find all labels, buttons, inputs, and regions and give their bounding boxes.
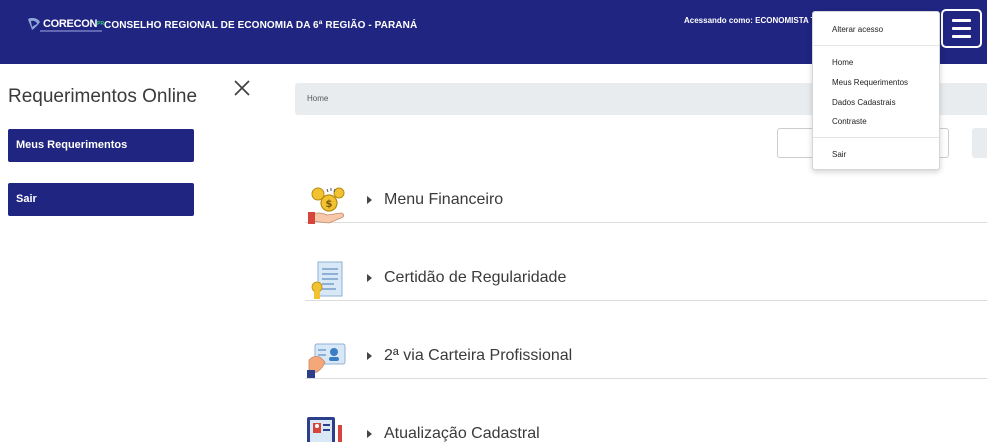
sidebar-title: Requerimentos Online	[8, 86, 198, 107]
hamburger-line	[952, 35, 971, 38]
search-button[interactable]	[972, 128, 987, 158]
corecon-logo[interactable]: CORECON PR	[26, 16, 104, 32]
caret-right-icon	[367, 274, 372, 282]
menu-label-financial: Menu Financeiro	[384, 191, 504, 208]
money-icon: $	[308, 187, 345, 224]
logo-text: CORECON	[43, 17, 98, 30]
caret-right-icon	[367, 430, 372, 438]
hamburger-line	[952, 27, 971, 30]
dropdown-divider	[813, 45, 939, 46]
svg-text:$: $	[326, 199, 333, 210]
certificate-icon	[311, 261, 343, 299]
close-icon[interactable]	[232, 78, 252, 98]
menu-item-registration-update[interactable]: Atualização Cadastral	[305, 411, 987, 442]
dropdown-item-home[interactable]: Home	[832, 58, 853, 67]
menu-item-certificate[interactable]: Certidão de Regularidade	[305, 255, 987, 301]
caret-right-icon	[367, 352, 372, 360]
breadcrumb-home[interactable]: Home	[307, 94, 328, 103]
sidebar-my-requests-button[interactable]: Meus Requerimentos	[8, 129, 194, 162]
dropdown-item-logout[interactable]: Sair	[832, 150, 846, 159]
org-title: CONSELHO REGIONAL DE ECONOMIA DA 6ª REGI…	[104, 20, 418, 31]
menu-label-professional-card: 2ª via Carteira Profissional	[384, 347, 573, 364]
caret-right-icon	[367, 196, 372, 204]
menu-label-registration-update: Atualização Cadastral	[384, 425, 540, 442]
menu-item-professional-card[interactable]: 2ª via Carteira Profissional	[305, 333, 987, 379]
menu-item-financial[interactable]: $ Menu Financeiro	[305, 177, 987, 224]
profile-update-icon	[307, 417, 342, 442]
dropdown-item-contrast[interactable]: Contraste	[832, 117, 867, 126]
logo-tagline-bar	[40, 30, 102, 32]
dropdown-item-registration-data[interactable]: Dados Cadastrais	[832, 98, 896, 107]
dropdown-item-my-requests[interactable]: Meus Requerimentos	[832, 78, 908, 87]
access-label: Acessando como: ECONOMISTA T	[684, 16, 812, 25]
hamburger-line	[952, 19, 971, 22]
menu-label-certificate: Certidão de Regularidade	[384, 269, 567, 286]
user-dropdown-menu: Alterar acesso Home Meus Requerimentos D…	[812, 11, 940, 170]
dropdown-item-switch-access[interactable]: Alterar acesso	[832, 25, 883, 34]
dropdown-divider	[813, 137, 939, 138]
id-card-icon	[307, 343, 346, 378]
hamburger-menu-button[interactable]	[941, 9, 982, 48]
sidebar-logout-button[interactable]: Sair	[8, 183, 194, 216]
